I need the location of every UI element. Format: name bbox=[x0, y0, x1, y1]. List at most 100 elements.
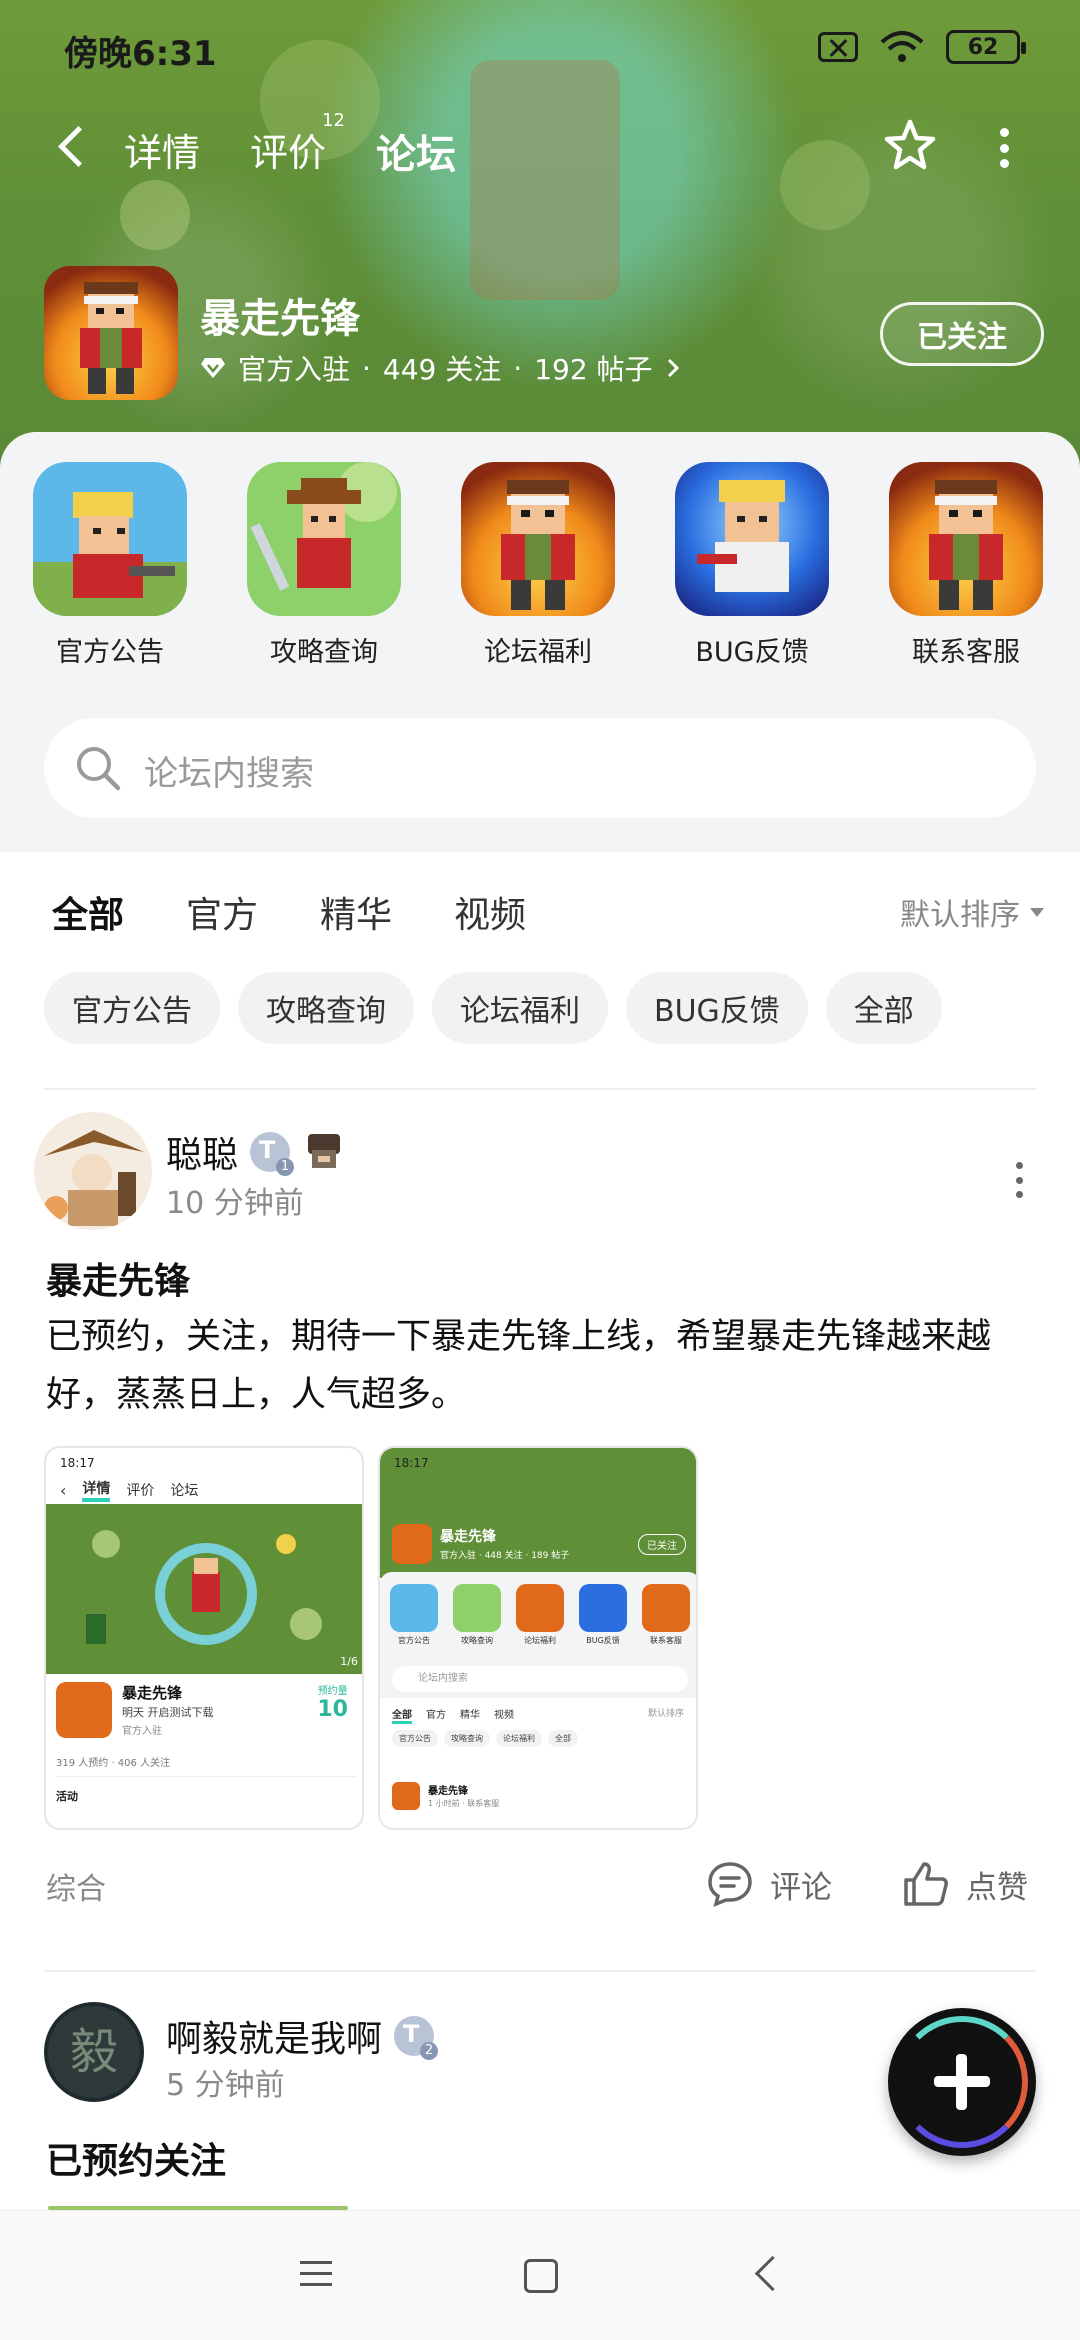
chip-all[interactable]: 全部 bbox=[825, 972, 942, 1044]
game-header: 傍晚6:31 62 详情 评价 12 论坛 暴走先锋 官方入驻 · 449 关注… bbox=[0, 0, 1080, 470]
tab-reviews[interactable]: 评价 bbox=[250, 122, 326, 177]
svg-text:毅: 毅 bbox=[70, 2024, 118, 2080]
thumb-follow: 已关注 bbox=[638, 1534, 686, 1555]
post-author[interactable]: 啊毅就是我啊 bbox=[166, 2010, 439, 2062]
forum-search-input[interactable]: 论坛内搜索 bbox=[44, 718, 1036, 818]
tab-featured[interactable]: 精华 bbox=[320, 886, 392, 938]
thumb-tab: 视频 bbox=[494, 1710, 514, 1721]
create-post-button[interactable] bbox=[888, 2008, 1036, 2156]
tab-details[interactable]: 详情 bbox=[124, 122, 200, 177]
thumb-shortcut: 攻略查询 bbox=[461, 1636, 493, 1645]
followers-count: 449 关注 bbox=[382, 353, 502, 386]
reviews-count-badge: 12 bbox=[322, 110, 345, 131]
follow-button[interactable]: 已关注 bbox=[880, 302, 1044, 366]
post-title: 暴走先锋 bbox=[46, 1261, 191, 1302]
battery-icon: 62 bbox=[946, 30, 1026, 64]
thumb-game-icon bbox=[392, 1524, 432, 1564]
thumb-game-icon bbox=[56, 1682, 112, 1738]
post-category[interactable]: 综合 bbox=[46, 1864, 106, 1908]
meta-separator: · bbox=[513, 351, 523, 385]
official-notice-icon bbox=[33, 462, 187, 616]
thumb-tab: 论坛 bbox=[170, 1483, 199, 1499]
chip-forum-benefits[interactable]: 论坛福利 bbox=[432, 972, 608, 1044]
post-author[interactable]: 聪聪 bbox=[166, 1126, 346, 1178]
comment-icon bbox=[708, 1862, 752, 1907]
avatar[interactable] bbox=[34, 1112, 152, 1230]
menu-icon[interactable] bbox=[294, 2253, 338, 2297]
thumb-sort: 默认排序 bbox=[647, 1709, 684, 1719]
sort-label: 默认排序 bbox=[900, 898, 1020, 933]
author-name: 啊毅就是我啊 bbox=[166, 2019, 383, 2060]
tab-all[interactable]: 全部 bbox=[52, 886, 125, 946]
thumb-badge-value: 10 bbox=[317, 1697, 348, 1722]
shortcut-bug-report[interactable]: BUG反馈 bbox=[672, 462, 832, 669]
thumb-game-meta: 官方入驻 · 448 关注 · 189 帖子 bbox=[440, 1551, 570, 1561]
contact-support-icon bbox=[889, 462, 1043, 616]
post-images: 18:17 ‹ 详情 评价 论坛 1/6 暴走先锋 明天 开启测试下载 官方入驻… bbox=[44, 1446, 698, 1830]
tab-official[interactable]: 官方 bbox=[186, 886, 258, 938]
official-label: 官方入驻 bbox=[238, 353, 351, 386]
meta-separator: · bbox=[362, 351, 371, 385]
thumb-activity: 活动 bbox=[56, 1790, 78, 1803]
thumb-page-indicator: 1/6 bbox=[340, 1655, 358, 1668]
post-filter-tabs: 全部 官方 精华 视频 默认排序 bbox=[0, 852, 1080, 952]
shortcut-contact-support[interactable]: 联系客服 bbox=[886, 462, 1046, 669]
battery-level: 62 bbox=[967, 34, 999, 60]
forum-shortcuts-panel: 官方公告 攻略查询 论坛福利 BUG反馈 联系客服 论坛内搜索 bbox=[0, 432, 1080, 852]
game-meta[interactable]: 官方入驻 · 449 关注 · 192 帖子 bbox=[200, 348, 681, 388]
wifi-icon bbox=[880, 30, 924, 64]
thumb-tab: 评价 bbox=[126, 1483, 155, 1499]
like-label: 点赞 bbox=[966, 1869, 1028, 1906]
post-time: 10 分钟前 bbox=[166, 1186, 304, 1221]
tab-forum[interactable]: 论坛 bbox=[376, 122, 456, 184]
back-icon[interactable] bbox=[52, 124, 98, 170]
shortcut-forum-benefits[interactable]: 论坛福利 bbox=[458, 462, 618, 669]
author-name: 聪聪 bbox=[166, 1135, 239, 1176]
post-title: 已预约关注 bbox=[46, 2141, 227, 2182]
thumb-game-art: 1/6 bbox=[46, 1504, 362, 1674]
chip-official-notice[interactable]: 官方公告 bbox=[44, 972, 220, 1044]
like-button[interactable]: 点赞 bbox=[900, 1858, 1028, 1910]
user-level-badge bbox=[250, 1132, 295, 1176]
bug-report-icon bbox=[675, 462, 829, 616]
home-icon[interactable] bbox=[524, 2259, 558, 2293]
chip-guide-search[interactable]: 攻略查询 bbox=[238, 972, 414, 1044]
no-sim-icon bbox=[818, 32, 858, 62]
post-image[interactable]: 18:17 暴走先锋 官方入驻 · 448 关注 · 189 帖子 已关注 官方… bbox=[378, 1446, 698, 1830]
forum-benefits-icon bbox=[461, 462, 615, 616]
shortcut-label: 论坛福利 bbox=[484, 637, 592, 668]
back-nav-icon[interactable] bbox=[746, 2253, 790, 2297]
thumb-tab: 详情 bbox=[82, 1478, 111, 1502]
thumb-status-time: 18:17 bbox=[60, 1456, 95, 1470]
sort-dropdown[interactable]: 默认排序 bbox=[900, 890, 1044, 934]
thumb-post-meta: 1 小时前 · 联系客服 bbox=[428, 1799, 500, 1808]
thumb-game-name: 暴走先锋 bbox=[122, 1684, 183, 1702]
tab-video[interactable]: 视频 bbox=[454, 886, 526, 938]
posts-count: 192 帖子 bbox=[534, 353, 653, 386]
game-name: 暴走先锋 bbox=[200, 296, 360, 342]
shortcut-official-notice[interactable]: 官方公告 bbox=[30, 462, 190, 669]
post-image[interactable]: 18:17 ‹ 详情 评价 论坛 1/6 暴走先锋 明天 开启测试下载 官方入驻… bbox=[44, 1446, 364, 1830]
post-footer: 综合 评论 点赞 bbox=[0, 1848, 1080, 1918]
thumb-tab: 全部 bbox=[392, 1706, 412, 1724]
thumb-tab: 官方 bbox=[426, 1710, 446, 1721]
thumb-official: 官方入驻 bbox=[122, 1726, 162, 1737]
thumb-game-name: 暴走先锋 bbox=[440, 1529, 496, 1545]
thumb-chip: 官方公告 bbox=[392, 1730, 438, 1747]
comment-button[interactable]: 评论 bbox=[704, 1858, 832, 1910]
thumb-stats: 319 人预约 · 406 人关注 bbox=[56, 1758, 171, 1769]
chip-bug-report[interactable]: BUG反馈 bbox=[626, 972, 808, 1044]
shortcut-label: BUG反馈 bbox=[695, 637, 809, 668]
avatar[interactable]: 毅 bbox=[44, 2002, 144, 2102]
system-nav-bar bbox=[0, 2210, 1080, 2340]
thumb-shortcut: BUG反馈 bbox=[586, 1636, 620, 1645]
more-icon[interactable] bbox=[992, 128, 1016, 168]
shortcut-guide-search[interactable]: 攻略查询 bbox=[244, 462, 404, 669]
thumb-tab: 精华 bbox=[460, 1710, 480, 1721]
divider bbox=[44, 1088, 1036, 1090]
search-placeholder: 论坛内搜索 bbox=[144, 754, 314, 794]
star-icon[interactable] bbox=[880, 116, 940, 176]
status-time: 傍晚6:31 bbox=[64, 34, 217, 74]
shortcut-label: 联系客服 bbox=[912, 637, 1020, 668]
more-icon[interactable] bbox=[1014, 1162, 1024, 1198]
